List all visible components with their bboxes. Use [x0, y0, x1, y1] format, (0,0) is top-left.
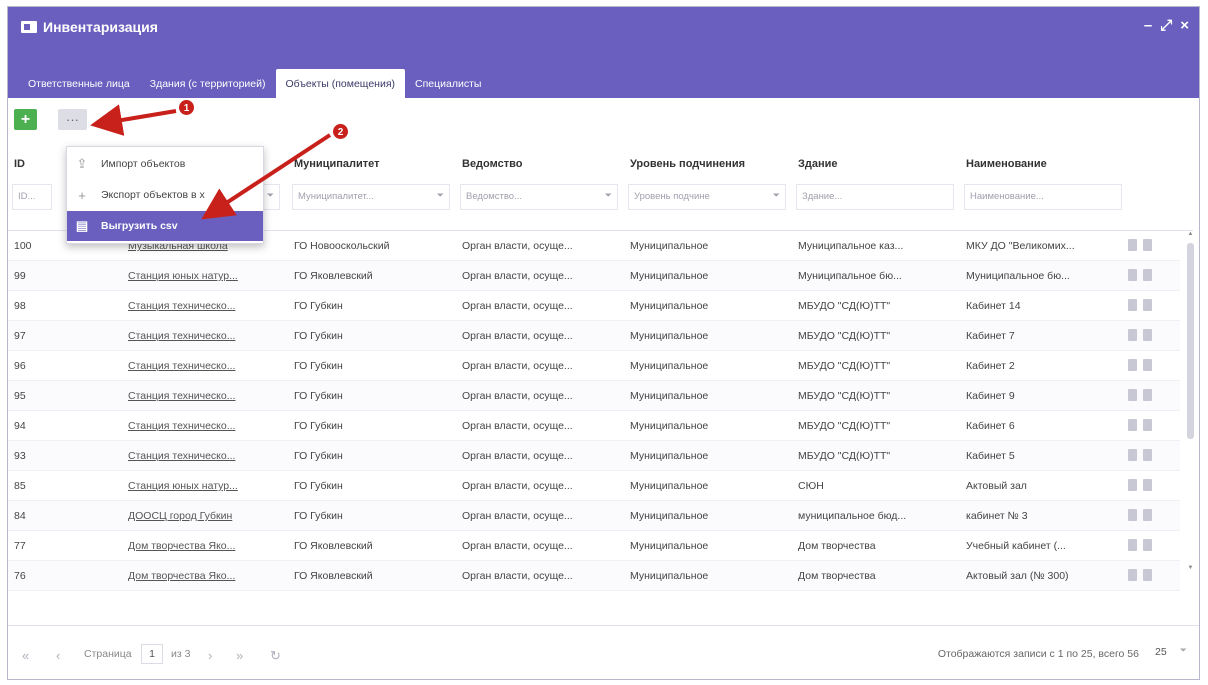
arrow-1 [90, 104, 177, 136]
annotation-badge-1: 1 [178, 99, 195, 116]
arrow-2 [201, 133, 332, 220]
annotation-badge-2: 2 [332, 123, 349, 140]
inventory-window: Инвентаризация – ⤢ × Ответственные лица … [7, 6, 1200, 680]
